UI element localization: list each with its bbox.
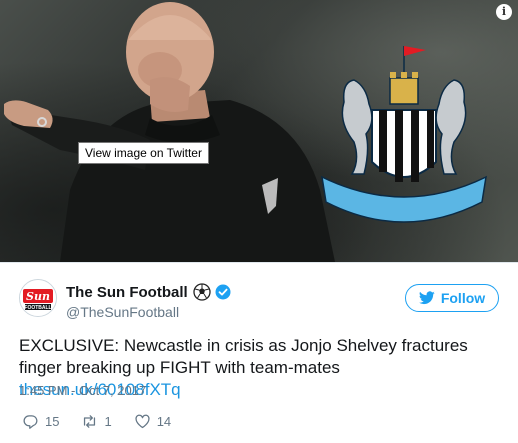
follow-label: Follow: [440, 290, 486, 306]
reply-count: 15: [45, 414, 60, 429]
like-button[interactable]: 14: [134, 413, 171, 430]
tweet-card: i View image on Twitter Sun FOOTBALL The…: [0, 0, 518, 443]
sun-football-logo-icon: Sun FOOTBALL: [20, 280, 56, 316]
tweet-image[interactable]: i View image on Twitter: [0, 0, 518, 262]
twitter-bird-icon: [418, 291, 435, 305]
retweet-count: 1: [104, 414, 112, 429]
retweet-button[interactable]: 1: [81, 413, 112, 430]
reply-icon: [23, 415, 38, 429]
author-handle[interactable]: @TheSunFootball: [66, 304, 179, 320]
svg-text:FOOTBALL: FOOTBALL: [24, 305, 51, 311]
heart-icon: [135, 414, 150, 429]
tweet-actions: 15 1 14: [22, 413, 193, 430]
player-photo: [4, 2, 335, 262]
follow-button[interactable]: Follow: [405, 284, 499, 312]
info-icon[interactable]: i: [496, 4, 512, 20]
view-on-twitter-tooltip: View image on Twitter: [78, 142, 209, 164]
display-name[interactable]: The Sun Football: [66, 284, 188, 301]
newcastle-crest-icon: [321, 46, 487, 223]
like-count: 14: [156, 414, 172, 429]
verified-badge-icon: [215, 284, 231, 300]
soccer-ball-icon: [193, 283, 211, 301]
svg-text:Sun: Sun: [26, 290, 50, 303]
tweet-text-body: EXCLUSIVE: Newcastle in crisis as Jonjo …: [19, 336, 468, 377]
tweet-timestamp[interactable]: 1:45 PM - Oct 7, 2017: [19, 383, 146, 398]
author-name-row[interactable]: The Sun Football: [66, 283, 231, 301]
retweet-icon: [84, 415, 96, 428]
avatar[interactable]: Sun FOOTBALL: [19, 279, 57, 317]
tweet-body: Sun FOOTBALL The Sun Football @TheSunFoo…: [0, 262, 518, 443]
reply-button[interactable]: 15: [22, 413, 59, 430]
